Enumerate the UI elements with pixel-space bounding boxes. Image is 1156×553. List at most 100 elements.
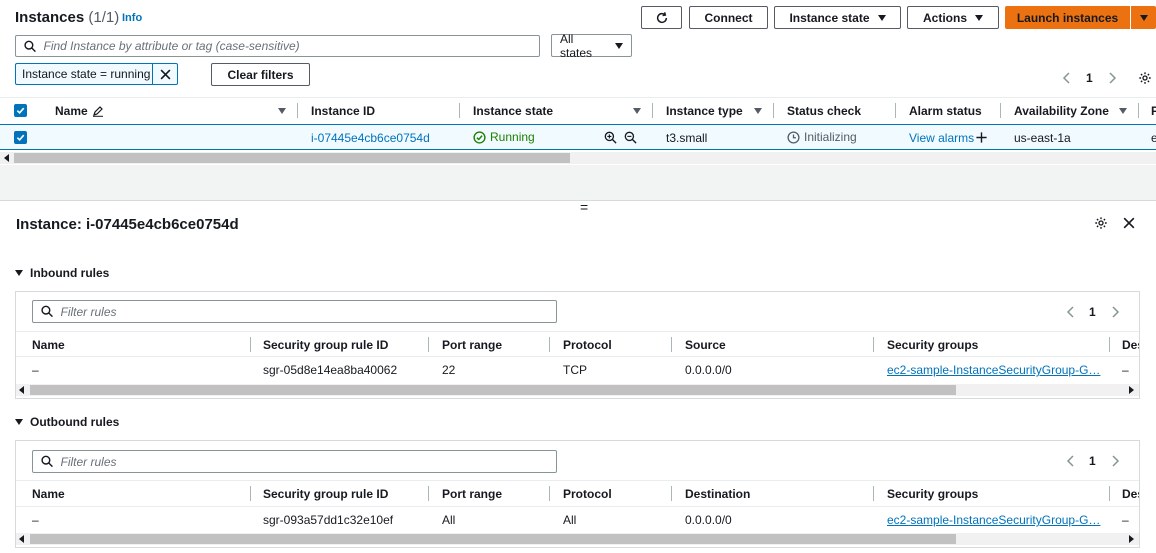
scrollbar-thumb[interactable] <box>30 534 956 544</box>
col-status-check-header[interactable]: Status check <box>787 104 861 118</box>
col-alarm-status-header[interactable]: Alarm status <box>909 104 982 118</box>
chevron-right-icon[interactable] <box>1108 454 1122 468</box>
instance-search-field[interactable] <box>43 39 539 53</box>
actions-dropdown[interactable]: Actions <box>907 6 999 29</box>
inbound-col-name[interactable]: Name <box>32 338 65 352</box>
inbound-col-source[interactable]: Source <box>685 338 726 352</box>
inbound-rules-heading: Inbound rules <box>30 266 110 280</box>
inbound-header-border <box>16 331 1139 332</box>
instances-page-number[interactable]: 1 <box>1086 71 1093 85</box>
col-extra-header[interactable]: F <box>1151 104 1156 118</box>
zoom-in-icon[interactable] <box>604 131 617 144</box>
inbound-filter-input[interactable] <box>32 300 557 323</box>
check-icon <box>16 107 25 115</box>
inbound-horizontal-scrollbar[interactable] <box>16 384 1139 396</box>
edit-icon <box>92 106 103 117</box>
inbound-col-description[interactable]: Des <box>1122 338 1139 352</box>
instance-type-cell: t3.small <box>666 131 708 145</box>
outbound-header-border <box>16 480 1139 481</box>
outbound-protocol-cell: All <box>563 513 577 527</box>
sort-caret-icon[interactable] <box>633 108 641 114</box>
outbound-destination-cell: 0.0.0.0/0 <box>685 513 732 527</box>
remove-filter-button[interactable] <box>152 64 177 84</box>
chevron-right-icon[interactable] <box>1105 71 1119 85</box>
clock-icon <box>787 130 800 144</box>
sort-caret-icon[interactable] <box>1119 108 1127 114</box>
close-icon <box>160 69 171 79</box>
outbound-rule-id-cell: sgr-093a57dd1c32e10ef <box>263 513 394 527</box>
col-instance-type-header[interactable]: Instance type <box>666 104 743 118</box>
chevron-left-icon[interactable] <box>1060 71 1074 85</box>
caret-down-icon <box>975 14 983 21</box>
outbound-col-security-groups[interactable]: Security groups <box>887 487 978 501</box>
outbound-rules-heading: Outbound rules <box>30 415 120 429</box>
refresh-button[interactable] <box>641 6 682 29</box>
status-check-cell: Initializing <box>787 130 857 144</box>
instance-state-dropdown[interactable]: Instance state <box>774 6 901 29</box>
chevron-left-icon[interactable] <box>1064 454 1078 468</box>
col-name-header[interactable]: Name <box>55 104 104 118</box>
inbound-col-rule-id[interactable]: Security group rule ID <box>263 338 388 352</box>
select-all-checkbox[interactable] <box>14 104 27 117</box>
clear-filters-button[interactable]: Clear filters <box>211 63 310 86</box>
outbound-col-rule-id[interactable]: Security group rule ID <box>263 487 388 501</box>
inbound-page-number[interactable]: 1 <box>1089 305 1096 319</box>
sort-caret-icon[interactable] <box>754 108 762 114</box>
instance-id-link[interactable]: i-07445e4cb6ce0754d <box>311 131 430 145</box>
row-checkbox[interactable] <box>14 131 27 144</box>
info-link[interactable]: Info <box>122 12 142 24</box>
split-panel-divider[interactable] <box>0 165 1156 201</box>
col-instance-state-header[interactable]: Instance state <box>473 104 553 118</box>
instance-state-label: Instance state <box>789 10 870 25</box>
scroll-left-icon[interactable] <box>19 386 24 394</box>
gear-icon[interactable] <box>1138 71 1152 85</box>
col-separator <box>873 337 874 352</box>
col-separator <box>873 486 874 501</box>
instance-search-input[interactable] <box>15 35 540 57</box>
chevron-left-icon[interactable] <box>1064 305 1078 319</box>
caret-down-icon <box>15 419 23 425</box>
close-icon[interactable] <box>1123 217 1135 229</box>
actions-label: Actions <box>922 10 967 25</box>
zoom-out-icon[interactable] <box>624 131 637 144</box>
scroll-left-icon[interactable] <box>19 535 24 543</box>
launch-options-dropdown[interactable] <box>1131 6 1156 29</box>
scrollbar-thumb[interactable] <box>14 153 570 163</box>
inbound-col-security-groups[interactable]: Security groups <box>887 338 978 352</box>
scrollbar-thumb[interactable] <box>30 385 956 395</box>
page-title: Instances (1/1) <box>15 9 119 26</box>
inbound-col-port-range[interactable]: Port range <box>442 338 502 352</box>
outbound-rules-toggle[interactable]: Outbound rules <box>15 415 119 429</box>
launch-instances-button[interactable]: Launch instances <box>1005 6 1130 29</box>
gear-icon[interactable] <box>1094 216 1108 230</box>
outbound-col-protocol[interactable]: Protocol <box>563 487 612 501</box>
outbound-port-cell: All <box>442 513 456 527</box>
col-instance-id-header[interactable]: Instance ID <box>311 104 375 118</box>
outbound-filter-input[interactable] <box>32 450 557 473</box>
inbound-rules-toggle[interactable]: Inbound rules <box>15 266 109 280</box>
outbound-security-group-link[interactable]: ec2-sample-InstanceSecurityGroup-G… <box>887 513 1100 527</box>
view-alarms-link[interactable]: View alarms <box>909 131 974 145</box>
scroll-left-icon[interactable] <box>4 154 9 162</box>
inbound-col-protocol[interactable]: Protocol <box>563 338 612 352</box>
outbound-horizontal-scrollbar[interactable] <box>16 533 1139 545</box>
scroll-right-icon[interactable] <box>1129 535 1134 543</box>
outbound-col-name[interactable]: Name <box>32 487 65 501</box>
plus-icon[interactable] <box>975 131 988 144</box>
outbound-filter-field[interactable] <box>60 454 556 469</box>
outbound-col-destination[interactable]: Destination <box>685 487 750 501</box>
outbound-page-number[interactable]: 1 <box>1089 454 1096 468</box>
filter-chip: Instance state = running <box>15 63 178 85</box>
inbound-security-group-link[interactable]: ec2-sample-InstanceSecurityGroup-G… <box>887 363 1100 377</box>
connect-button[interactable]: Connect <box>689 6 768 29</box>
horizontal-scrollbar[interactable] <box>0 152 1156 164</box>
col-availability-zone-header[interactable]: Availability Zone <box>1014 104 1109 118</box>
scroll-right-icon[interactable] <box>1129 386 1134 394</box>
states-select[interactable]: All states <box>551 32 632 60</box>
outbound-col-description[interactable]: Des <box>1122 487 1139 501</box>
chevron-right-icon[interactable] <box>1108 305 1122 319</box>
outbound-col-port-range[interactable]: Port range <box>442 487 502 501</box>
inbound-filter-field[interactable] <box>60 304 556 319</box>
split-handle[interactable]: = <box>580 200 588 214</box>
sort-caret-icon[interactable] <box>278 108 286 114</box>
